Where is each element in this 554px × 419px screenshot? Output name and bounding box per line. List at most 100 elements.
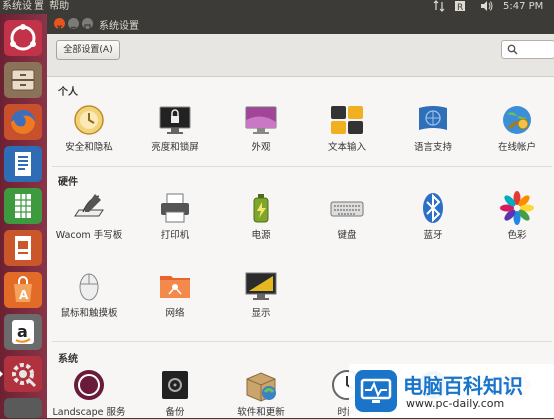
minimize-icon <box>71 26 76 29</box>
landscape-service-icon <box>71 367 107 403</box>
item-label: 键盘 <box>337 230 357 241</box>
minimize-button[interactable] <box>68 18 79 29</box>
volume-icon[interactable] <box>480 0 494 14</box>
section-title-hardware: 硬件 <box>58 177 78 188</box>
brightness-lock-icon <box>157 102 193 138</box>
item-power[interactable]: 电源 <box>223 190 299 242</box>
launcher-dash-button[interactable] <box>4 20 42 56</box>
language-support-icon <box>415 102 451 138</box>
item-mouse-touchpad[interactable]: 鼠标和触摸板 <box>51 268 127 320</box>
item-network[interactable]: 网络 <box>137 268 213 320</box>
text-entry-icon <box>329 102 365 138</box>
watermark: 电脑百科知识 www.pc-daily.com <box>349 364 554 418</box>
item-label: 外观 <box>251 142 271 153</box>
launcher-amazon-button[interactable]: a <box>4 314 42 350</box>
menu-help[interactable]: 帮助 <box>49 1 69 12</box>
item-label: 鼠标和触摸板 <box>60 308 118 319</box>
search-icon <box>507 44 518 55</box>
section-divider <box>52 166 552 167</box>
calc-spreadsheet-icon <box>15 194 31 218</box>
system-settings-window: 系统设置 全部设置(A) 个人 安全和隐私 亮度和锁屏 外观 文本输入 语言支持… <box>47 14 554 418</box>
app-menu: 系统设置 帮助 <box>2 0 71 14</box>
menu-system-settings[interactable]: 系统设 <box>2 1 32 12</box>
svg-text:a: a <box>17 322 28 341</box>
close-icon <box>57 25 62 30</box>
item-printer[interactable]: 打印机 <box>137 190 213 242</box>
online-accounts-icon <box>499 102 535 138</box>
wacom-tablet-icon <box>71 190 107 226</box>
gear-wrench-icon <box>12 363 37 388</box>
item-appearance[interactable]: 外观 <box>223 102 299 154</box>
item-software-updates[interactable]: 软件和更新 <box>223 367 299 419</box>
item-online-accounts[interactable]: 在线帐户 <box>479 102 554 154</box>
item-label: 安全和隐私 <box>65 142 113 153</box>
maximize-button[interactable] <box>82 18 93 31</box>
backup-icon <box>157 367 193 403</box>
item-backup[interactable]: 备份 <box>137 367 213 419</box>
item-label: 网络 <box>165 308 185 319</box>
item-label: 软件和更新 <box>237 407 285 418</box>
menu-system-settings-2[interactable]: 置 <box>34 1 44 12</box>
window-title: 系统设置 <box>99 21 139 32</box>
item-language-support[interactable]: 语言支持 <box>395 102 471 154</box>
item-brightness-lock[interactable]: 亮度和锁屏 <box>137 102 213 154</box>
launcher-calc-button[interactable] <box>4 188 42 224</box>
item-bluetooth[interactable]: 蓝牙 <box>395 190 471 242</box>
item-text-entry[interactable]: 文本输入 <box>309 102 385 154</box>
security-privacy-icon <box>71 102 107 138</box>
item-label: 显示 <box>251 308 271 319</box>
launcher-impress-button[interactable] <box>4 230 42 266</box>
file-cabinet-icon <box>11 69 35 91</box>
ubuntu-logo-icon <box>10 24 36 51</box>
clock[interactable]: 5:47 PM <box>503 0 543 14</box>
network-icon <box>157 268 193 304</box>
display-icon <box>243 268 279 304</box>
power-icon <box>243 190 279 226</box>
item-label: 文本输入 <box>327 142 366 153</box>
launcher: A a <box>0 14 47 418</box>
svg-text:A: A <box>19 288 29 302</box>
mouse-touchpad-icon <box>71 268 107 304</box>
item-label: 蓝牙 <box>423 230 443 241</box>
section-title-system: 系统 <box>58 354 78 365</box>
amazon-icon: a <box>12 320 34 344</box>
launcher-files-button[interactable] <box>4 62 42 98</box>
all-settings-button[interactable]: 全部设置(A) <box>56 40 120 60</box>
svg-text:R: R <box>457 3 463 12</box>
launcher-software-center-button[interactable]: A <box>4 272 42 308</box>
search-input[interactable] <box>501 40 554 59</box>
launcher-firefox-button[interactable] <box>4 104 42 140</box>
item-keyboard[interactable]: 键盘 <box>309 190 385 242</box>
input-method-icon[interactable]: R <box>454 0 466 14</box>
item-color[interactable]: 色彩 <box>479 190 554 242</box>
item-label: 亮度和锁屏 <box>151 142 199 153</box>
item-label: 备份 <box>165 407 185 418</box>
bluetooth-icon <box>415 190 451 226</box>
watermark-title: 电脑百科知识 <box>403 374 523 398</box>
item-display[interactable]: 显示 <box>223 268 299 320</box>
close-button[interactable] <box>54 18 65 30</box>
item-security-privacy[interactable]: 安全和隐私 <box>51 102 127 154</box>
item-landscape-service[interactable]: Landscape 服务 <box>51 367 127 419</box>
impress-presentation-icon <box>15 236 31 260</box>
item-label: 在线帐户 <box>497 142 536 153</box>
writer-document-icon <box>15 152 31 176</box>
toolbar: 全部设置(A) <box>47 34 554 77</box>
watermark-logo-icon <box>355 370 397 412</box>
appearance-icon <box>243 102 279 138</box>
item-label: 打印机 <box>160 230 190 241</box>
item-label: 语言支持 <box>413 142 452 153</box>
color-icon <box>499 190 535 226</box>
item-wacom-tablet[interactable]: Wacom 手写板 <box>51 190 127 242</box>
item-label: 电源 <box>251 230 271 241</box>
keyboard-icon <box>329 190 365 226</box>
item-label: Wacom 手写板 <box>55 230 123 241</box>
maximize-icon <box>84 24 91 31</box>
shopping-bag-icon: A <box>14 276 32 302</box>
launcher-trash-button[interactable] <box>4 398 42 418</box>
printer-icon <box>157 190 193 226</box>
network-arrows-icon[interactable] <box>433 0 445 14</box>
item-label: Landscape 服务 <box>52 407 126 418</box>
launcher-settings-button[interactable] <box>0 356 42 392</box>
launcher-writer-button[interactable] <box>4 146 42 182</box>
